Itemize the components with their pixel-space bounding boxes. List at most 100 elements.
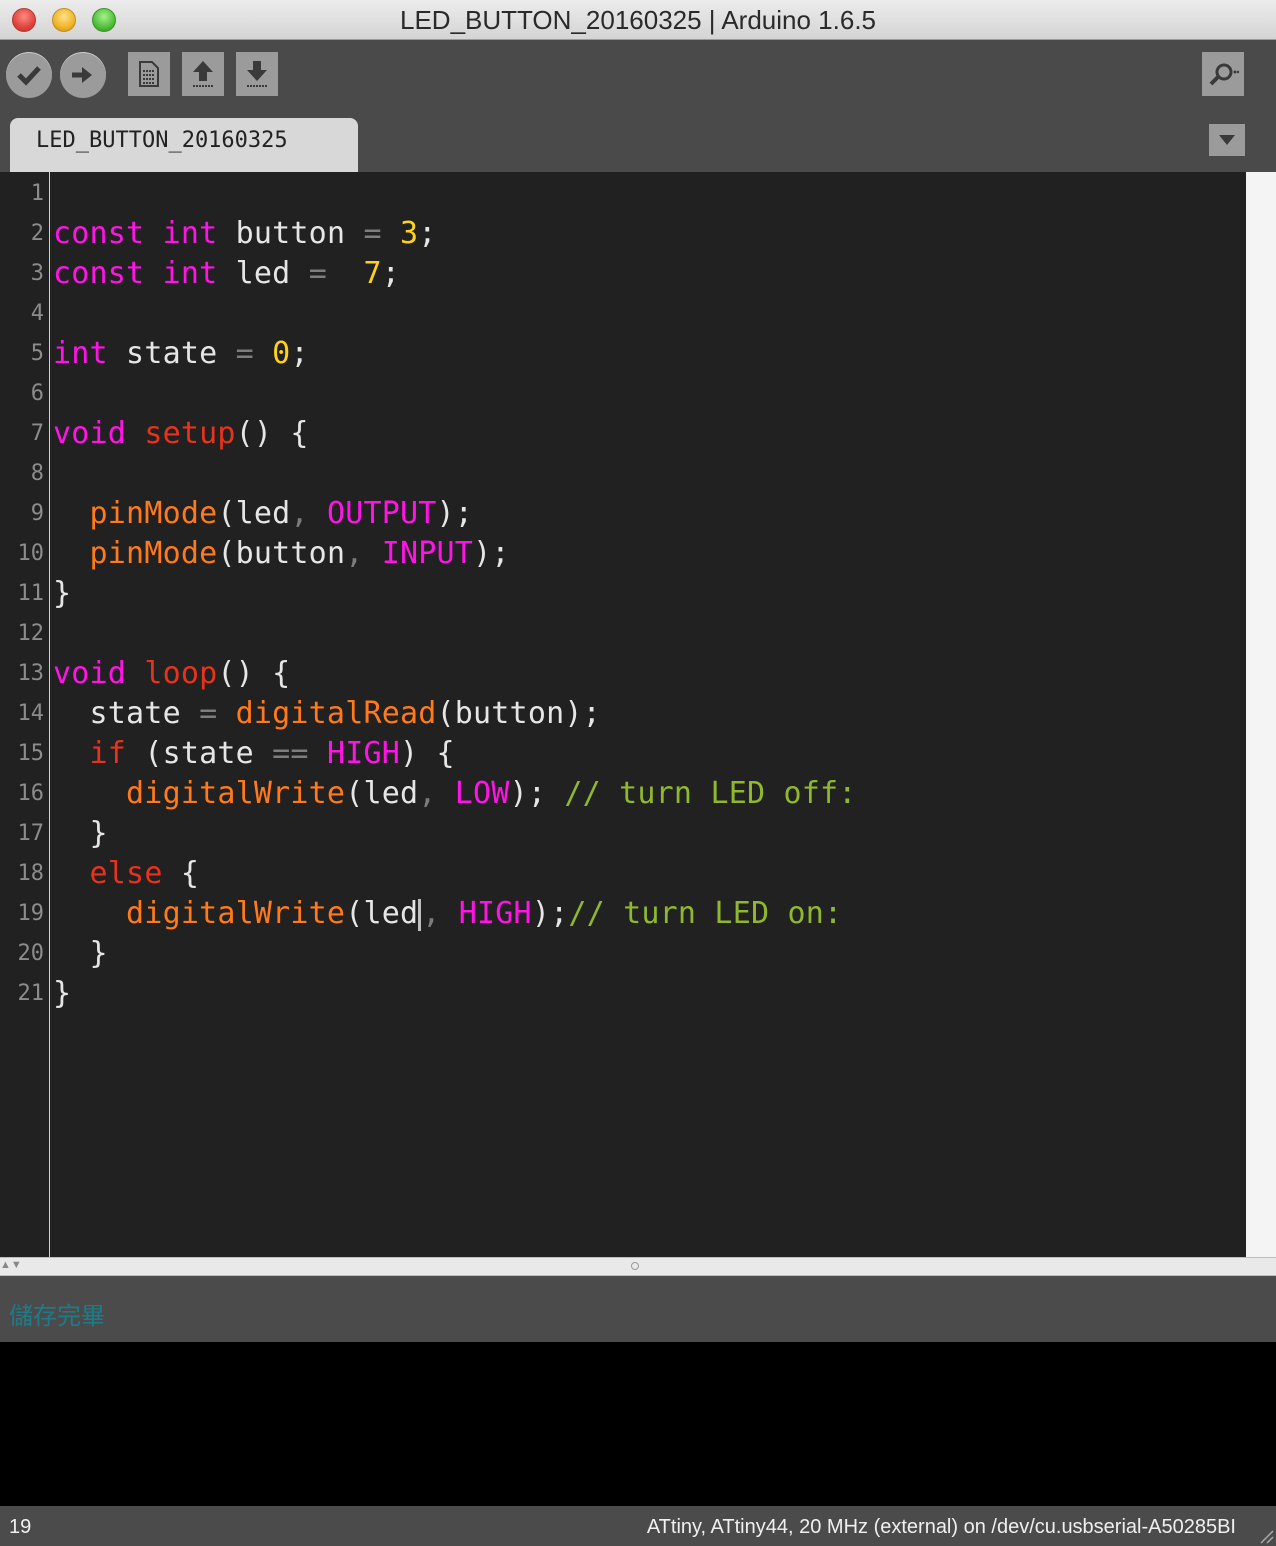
code-token-kw: HIGH xyxy=(326,736,400,771)
code-token-kw: OUTPUT xyxy=(326,496,437,531)
splitter-handle-icon[interactable] xyxy=(631,1262,639,1270)
code-token-pl: ) { xyxy=(400,736,455,771)
code-token-ctl: else xyxy=(89,856,163,891)
line-number: 7 xyxy=(30,421,44,446)
current-line-number: 19 xyxy=(9,1516,32,1538)
code-line[interactable]: pinMode(button, INPUT); xyxy=(53,534,510,574)
resize-grip-icon[interactable] xyxy=(1256,1526,1274,1544)
checkmark-icon xyxy=(17,66,41,86)
serial-monitor-button[interactable] xyxy=(1202,52,1244,96)
code-token-pl: () { xyxy=(235,416,309,451)
line-number: 20 xyxy=(17,941,45,966)
console-output[interactable] xyxy=(0,1342,1276,1506)
toolbar xyxy=(0,40,1276,106)
code-line[interactable]: const int button = 3; xyxy=(53,214,437,254)
upload-button[interactable] xyxy=(60,52,106,98)
code-token-pl: ); xyxy=(509,776,565,811)
code-token-pl: (led xyxy=(345,776,419,811)
code-token-fn: digitalRead xyxy=(235,696,437,731)
code-token-fn: digitalWrite xyxy=(126,896,346,931)
code-token-pl: button xyxy=(217,216,364,251)
code-token-cm: // turn LED on: xyxy=(568,896,843,931)
code-line[interactable]: digitalWrite(led, LOW); // turn LED off: xyxy=(53,774,857,814)
line-number: 11 xyxy=(17,581,45,606)
code-token-fn: pinMode xyxy=(89,496,218,531)
line-number: 2 xyxy=(30,221,44,246)
new-document-icon xyxy=(139,61,159,87)
code-line[interactable]: } xyxy=(53,814,108,854)
code-token-pl: ; xyxy=(418,216,437,251)
code-token-pl: () { xyxy=(217,656,291,691)
save-sketch-button[interactable] xyxy=(236,52,278,96)
code-token-pl: (led xyxy=(217,496,291,531)
code-line[interactable]: void loop() { xyxy=(53,654,290,694)
code-token-op: = xyxy=(363,216,382,251)
line-number: 6 xyxy=(30,381,44,406)
code-token-kw: int xyxy=(53,336,108,371)
text-caret xyxy=(418,898,422,931)
code-token-op: == xyxy=(272,736,309,771)
triangle-down-icon xyxy=(1219,135,1235,145)
line-number: 8 xyxy=(30,461,44,486)
code-token-op: = xyxy=(235,336,254,371)
line-number: 12 xyxy=(17,621,45,646)
code-token-op: = xyxy=(308,256,327,291)
code-token-pl: } xyxy=(53,576,72,611)
code-token-pl: } xyxy=(53,936,108,971)
code-line[interactable]: if (state == HIGH) { xyxy=(53,734,455,774)
code-line[interactable]: const int led = 7; xyxy=(53,254,400,294)
code-token-pl: state xyxy=(107,336,236,371)
status-message-bar: 儲存完畢 xyxy=(0,1276,1276,1342)
open-sketch-button[interactable] xyxy=(182,52,224,96)
line-number: 17 xyxy=(17,821,45,846)
tab-menu-button[interactable] xyxy=(1209,124,1245,156)
code-line[interactable]: } xyxy=(53,974,71,1014)
code-line[interactable]: } xyxy=(53,934,108,974)
code-line[interactable]: int state = 0; xyxy=(53,334,309,374)
editor-console-splitter[interactable]: ▲▼ xyxy=(0,1257,1276,1276)
line-number: 3 xyxy=(30,261,44,286)
code-line[interactable]: digitalWrite(led, HIGH);// turn LED on: xyxy=(53,894,842,934)
vertical-scrollbar[interactable] xyxy=(1246,172,1276,1257)
new-sketch-button[interactable] xyxy=(128,52,170,96)
code-line[interactable]: else { xyxy=(53,854,199,894)
splitter-arrows-icon[interactable]: ▲▼ xyxy=(0,1259,22,1271)
line-number: 14 xyxy=(17,701,45,726)
code-token-kw: const xyxy=(53,256,145,291)
code-token-ctl: loop xyxy=(144,656,218,691)
code-token-op: , xyxy=(422,896,441,931)
code-line[interactable]: pinMode(led, OUTPUT); xyxy=(53,494,473,534)
code-token-num: 0 xyxy=(272,336,291,371)
code-line[interactable]: state = digitalRead(button); xyxy=(53,694,601,734)
code-line[interactable]: } xyxy=(53,574,71,614)
code-token-pl: (led xyxy=(345,896,419,931)
footer-status-bar: 19 ATtiny, ATtiny44, 20 MHz (external) o… xyxy=(0,1506,1276,1546)
code-token-pl: ); xyxy=(473,536,510,571)
magnifier-icon xyxy=(1209,63,1240,86)
code-line[interactable]: void setup() { xyxy=(53,414,309,454)
code-token-cm: // turn LED off: xyxy=(564,776,857,811)
code-token-op: = xyxy=(199,696,218,731)
code-token-pl: } xyxy=(53,976,72,1011)
code-token-pl: (button xyxy=(217,536,346,571)
code-token-pl: (state xyxy=(126,736,273,771)
board-port-info: ATtiny, ATtiny44, 20 MHz (external) on /… xyxy=(646,1516,1236,1538)
code-token-pl: ); xyxy=(531,896,569,931)
code-token-pl: led xyxy=(217,256,309,291)
code-editor[interactable]: 1 2 3 4 5 6 7 8 9 10 11 12 13 14 15 16 17 18 19 20 21 const … xyxy=(0,172,1246,1257)
line-number-gutter: 1 2 3 4 5 6 7 8 9 10 11 12 13 14 15 16 17 18 19 20 21 xyxy=(0,172,50,1257)
tab-sketch[interactable]: LED_BUTTON_20160325 xyxy=(10,118,358,172)
line-number: 9 xyxy=(30,501,44,526)
status-message: 儲存完畢 xyxy=(9,1303,105,1330)
verify-button[interactable] xyxy=(6,52,52,98)
code-token-kw: int xyxy=(162,216,218,251)
